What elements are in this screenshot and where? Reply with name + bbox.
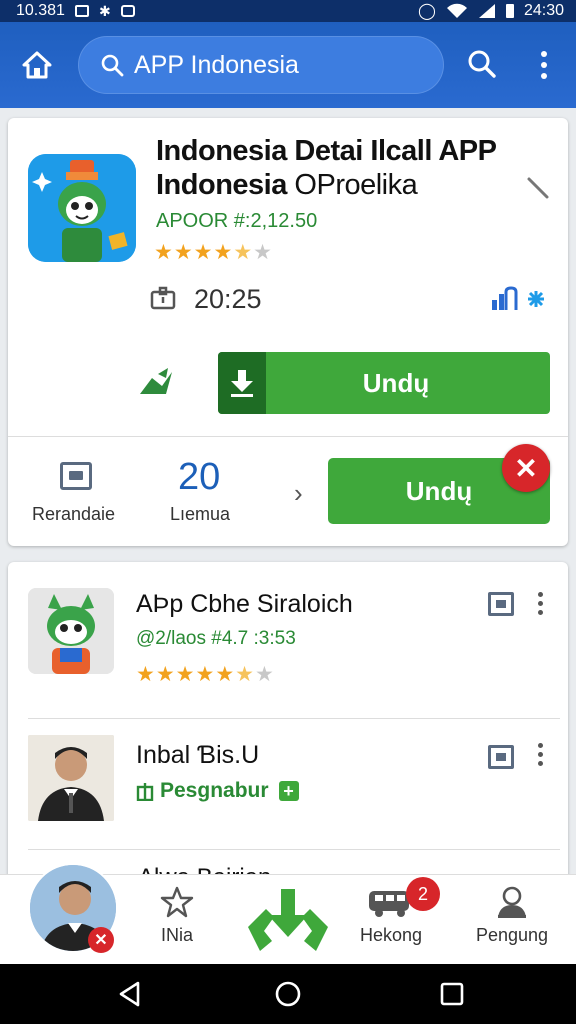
star-empty-icon: ★ bbox=[254, 663, 274, 686]
star-icon: ★ bbox=[136, 663, 155, 686]
divider bbox=[8, 436, 568, 437]
message-icon bbox=[120, 5, 135, 17]
list-item-rating: ★ ★ ★ ★ ★ ★ ★ bbox=[136, 664, 274, 686]
list-item-title: Inbal Ɓis.U bbox=[136, 741, 260, 769]
featured-app-title: Indonesia Detai Ilcall APP bbox=[156, 135, 497, 167]
status-bar: 10.381 ✱ ◯ 24:30 bbox=[0, 0, 576, 22]
person-thumbnail bbox=[28, 735, 114, 821]
star-icon: ★ bbox=[215, 663, 235, 686]
more-dot-icon bbox=[538, 752, 543, 757]
user-icon bbox=[498, 886, 527, 918]
search-button[interactable] bbox=[466, 48, 498, 85]
download-button[interactable]: Undų bbox=[218, 352, 550, 414]
home-button[interactable] bbox=[18, 46, 56, 84]
star-outline-icon bbox=[160, 886, 194, 918]
nav-item-label: Hekong bbox=[360, 925, 423, 945]
back-icon[interactable] bbox=[116, 980, 144, 1008]
star-half-icon: ★ bbox=[235, 663, 254, 686]
clock-lock-icon bbox=[150, 286, 176, 310]
signal-bluetooth-icon bbox=[492, 286, 544, 310]
star-half-icon: ★ bbox=[233, 241, 253, 264]
featured-app-card[interactable]: Indonesia Detai Ilcall APP Indonesia OPr… bbox=[8, 118, 568, 546]
star-icon: ★ bbox=[213, 241, 233, 264]
featured-app-subtitle: APOOR #:2,12.50 bbox=[156, 210, 318, 232]
list-item-more-button[interactable] bbox=[538, 592, 543, 615]
list-item-subtitle: @2/laos #4.7 :3:53 bbox=[136, 628, 296, 649]
recommend-label: Rerandaie bbox=[32, 504, 116, 524]
remove-avatar-icon[interactable]: ✕ bbox=[88, 927, 114, 953]
more-dot-icon bbox=[538, 610, 543, 615]
list-item-title: AÞp Cbhe Siraloich bbox=[136, 590, 353, 618]
edit-icon[interactable] bbox=[526, 176, 550, 200]
download-icon bbox=[231, 370, 253, 397]
recents-icon[interactable] bbox=[438, 980, 466, 1008]
download-button-label: Undų bbox=[362, 367, 430, 398]
share-icon[interactable] bbox=[138, 364, 174, 400]
app-thumbnail bbox=[28, 588, 114, 674]
list-item[interactable]: Inbal Ɓis.U Pesgnabur + bbox=[8, 719, 568, 849]
nav-item-label: INia bbox=[160, 925, 193, 945]
more-dot-icon bbox=[541, 51, 547, 57]
star-empty-icon: ★ bbox=[253, 241, 272, 264]
more-dot-icon bbox=[538, 761, 543, 766]
list-item-action-icon[interactable] bbox=[488, 745, 514, 769]
search-icon bbox=[101, 54, 124, 77]
battery-icon bbox=[505, 4, 514, 18]
download-icon bbox=[248, 889, 328, 951]
star-icon: ★ bbox=[195, 663, 215, 686]
list-item-action-icon[interactable] bbox=[488, 592, 514, 616]
close-icon[interactable]: ✕ bbox=[502, 444, 550, 492]
list-item-subtitle-row: Pesgnabur + bbox=[136, 779, 299, 803]
nav-item-inia[interactable]: INia bbox=[160, 885, 194, 946]
featured-title-rest: OProelika bbox=[286, 169, 418, 201]
star-icon: ★ bbox=[193, 241, 213, 264]
star-icon: ★ bbox=[175, 663, 195, 686]
bottom-navigation: ✕ INia Hekong 2 Pengung bbox=[0, 863, 576, 964]
signal-icon bbox=[478, 4, 495, 18]
app-bar: APP Indonesia bbox=[0, 22, 576, 108]
featured-rating-stars: ★ ★ ★ ★ ★ ★ bbox=[154, 242, 272, 264]
more-dot-icon bbox=[541, 73, 547, 79]
add-icon[interactable]: + bbox=[278, 781, 299, 801]
gift-icon bbox=[136, 783, 154, 801]
status-time-right: 24:30 bbox=[523, 2, 564, 19]
notification-badge: 2 bbox=[406, 877, 440, 911]
star-icon: ★ bbox=[173, 241, 193, 264]
system-navigation-bar bbox=[0, 964, 576, 1024]
status-time-left: 10.381 bbox=[16, 2, 65, 19]
home-icon bbox=[22, 51, 52, 79]
notification-icon bbox=[74, 5, 89, 17]
more-dot-icon bbox=[538, 743, 543, 748]
featured-app-icon bbox=[28, 154, 136, 262]
star-icon: ★ bbox=[155, 663, 175, 686]
list-item-subtitle: Pesgnabur bbox=[160, 779, 269, 802]
nav-download-button[interactable] bbox=[244, 887, 332, 953]
home-circle-icon[interactable] bbox=[274, 980, 302, 1008]
count-value: 20 bbox=[178, 456, 221, 498]
more-dot-icon bbox=[541, 62, 547, 68]
bluetooth-icon: ✱ bbox=[98, 2, 111, 19]
list-item-more-button[interactable] bbox=[538, 743, 543, 766]
nav-item-pengung[interactable]: Pengung bbox=[476, 885, 548, 946]
star-icon: ★ bbox=[154, 241, 173, 264]
wifi-icon bbox=[446, 3, 467, 18]
list-item[interactable]: AÞp Cbhe Siraloich @2/laos #4.7 :3:53 ★ … bbox=[8, 562, 568, 718]
chevron-right-icon[interactable]: › bbox=[294, 478, 303, 509]
featured-time: 20:25 bbox=[194, 284, 262, 314]
more-dot-icon bbox=[538, 601, 543, 606]
alarm-icon: ◯ bbox=[418, 3, 436, 20]
featured-app-title-line2: Indonesia OProelika bbox=[156, 168, 418, 202]
search-text: APP Indonesia bbox=[134, 50, 299, 79]
nav-item-label: Pengung bbox=[476, 925, 549, 945]
download-icon-block bbox=[218, 352, 266, 414]
recommend-icon[interactable] bbox=[60, 462, 92, 490]
overflow-menu-button[interactable] bbox=[532, 46, 556, 84]
search-icon bbox=[468, 50, 496, 78]
more-dot-icon bbox=[538, 592, 543, 597]
count-label: Lıemua bbox=[170, 504, 231, 524]
featured-title-bold: Indonesia bbox=[156, 169, 287, 201]
search-input[interactable]: APP Indonesia bbox=[78, 36, 444, 94]
